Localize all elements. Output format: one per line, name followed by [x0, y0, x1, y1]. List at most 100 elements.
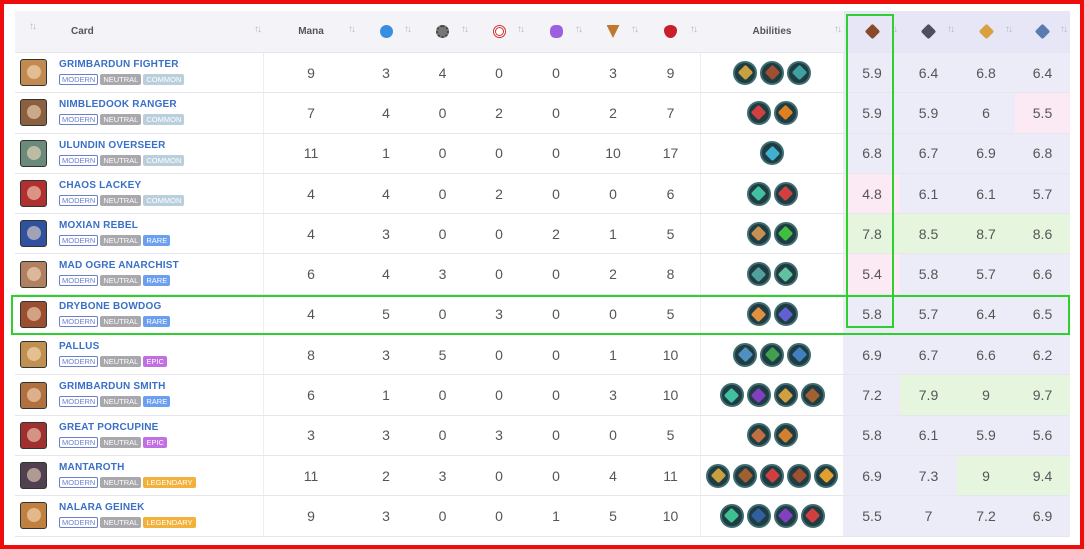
ability-icon[interactable]: [773, 383, 798, 408]
card-name-link[interactable]: NALARA GEINEK: [59, 502, 145, 514]
table-row[interactable]: PALLUS MODERN NEUTRAL EPIC 8 3 5 0 0 1 10 6.9 6.7 6.6…: [15, 335, 1070, 376]
ability-icon[interactable]: [773, 423, 798, 448]
ability-icon[interactable]: [746, 302, 771, 327]
ability-icon[interactable]: [814, 463, 838, 488]
card-thumbnail[interactable]: [19, 260, 47, 288]
header-silver[interactable]: ↑↓: [900, 11, 957, 52]
table-row[interactable]: GREAT PORCUPINE MODERN NEUTRAL EPIC 3 3 0 3 0 0 5 5…: [15, 415, 1070, 456]
ability-icon[interactable]: [746, 221, 771, 246]
header-mana[interactable]: Mana ↑↓: [264, 11, 358, 52]
ability-icon[interactable]: [746, 100, 771, 125]
table-row[interactable]: MANTAROTH MODERN NEUTRAL LEGENDARY 11 2 3 0 0 4 11…: [15, 455, 1070, 497]
card-name-link[interactable]: MAD OGRE ANARCHIST: [59, 260, 179, 272]
ability-icon[interactable]: [773, 100, 798, 125]
ability-icon[interactable]: [760, 60, 784, 85]
header-card[interactable]: Card ↑↓: [51, 11, 264, 52]
card-thumbnail[interactable]: [19, 220, 47, 248]
table-row[interactable]: DRYBONE BOWDOG MODERN NEUTRAL RARE 4 5 0 3 0 0 5 5.…: [15, 294, 1070, 336]
ability-icon[interactable]: [733, 463, 757, 488]
ability-icon[interactable]: [746, 503, 771, 528]
card-name-link[interactable]: NIMBLEDOOK RANGER: [59, 99, 177, 111]
header-abilities[interactable]: Abilities ↑↓: [700, 11, 844, 52]
table-row[interactable]: CHAOS LACKEY MODERN NEUTRAL COMMON 4 4 0 2 0 0 6 4.…: [15, 173, 1070, 215]
ability-icon[interactable]: [800, 503, 825, 528]
sort-arrows-icon[interactable]: ↑↓: [461, 24, 469, 35]
card-name-link[interactable]: MANTAROTH: [59, 462, 125, 474]
sort-arrows-icon[interactable]: ↑↓: [29, 21, 37, 32]
card-name-link[interactable]: ULUNDIN OVERSEER: [59, 140, 166, 152]
card-thumbnail[interactable]: [19, 180, 47, 208]
table-row[interactable]: MOXIAN REBEL MODERN NEUTRAL RARE 4 3 0 0 2 1 5 7.8 8…: [15, 214, 1070, 255]
card-thumbnail[interactable]: [19, 99, 47, 127]
magic-icon: [549, 25, 563, 38]
header-bronze[interactable]: ↑↓: [844, 11, 900, 52]
ability-icon[interactable]: [746, 181, 771, 206]
sort-arrows-icon[interactable]: ↑↓: [947, 24, 955, 35]
card-thumbnail[interactable]: [19, 421, 47, 449]
ability-icon[interactable]: [746, 262, 771, 287]
card-name-link[interactable]: GRIMBARDUN FIGHTER: [59, 59, 179, 71]
table-row[interactable]: GRIMBARDUN FIGHTER MODERN NEUTRAL COMMON 9 3 4…: [15, 53, 1070, 94]
header-health[interactable]: ↑↓: [641, 11, 700, 52]
card-thumbnail[interactable]: [19, 462, 47, 490]
sort-arrows-icon[interactable]: ↑↓: [517, 24, 525, 35]
header-armor[interactable]: ↑↓: [585, 11, 641, 52]
header-gold[interactable]: ↑↓: [957, 11, 1015, 52]
ability-icon[interactable]: [787, 463, 811, 488]
ability-icon[interactable]: [746, 383, 771, 408]
ability-icon[interactable]: [800, 383, 825, 408]
header-speed[interactable]: ↑↓: [358, 11, 414, 52]
header-diamond[interactable]: ↑↓: [1015, 11, 1070, 52]
card-name-link[interactable]: PALLUS: [59, 341, 99, 353]
sort-arrows-icon[interactable]: ↑↓: [348, 24, 356, 35]
table-row[interactable]: GRIMBARDUN SMITH MODERN NEUTRAL RARE 6 1 0 0 0 3 1…: [15, 375, 1070, 416]
ability-icon[interactable]: [773, 221, 798, 246]
header-ranged[interactable]: ↑↓: [471, 11, 527, 52]
ability-icon[interactable]: [773, 302, 798, 327]
sort-arrows-icon[interactable]: ↑↓: [1005, 24, 1013, 35]
header-sort-cell[interactable]: ↑↓: [15, 11, 51, 52]
sort-arrows-icon[interactable]: ↑↓: [834, 24, 842, 35]
table-row[interactable]: MAD OGRE ANARCHIST MODERN NEUTRAL RARE 6 4 3 0 0…: [15, 254, 1070, 295]
abilities-cell: [700, 455, 844, 496]
sort-arrows-icon[interactable]: ↑↓: [404, 24, 412, 35]
ability-icon[interactable]: [787, 342, 811, 367]
ability-icon[interactable]: [787, 60, 811, 85]
ability-icon[interactable]: [773, 262, 798, 287]
header-magic[interactable]: ↑↓: [527, 11, 585, 52]
gold-rating: 8.7: [957, 214, 1015, 254]
ability-icon[interactable]: [773, 503, 798, 528]
ability-icon[interactable]: [719, 503, 744, 528]
card-name-link[interactable]: GREAT PORCUPINE: [59, 422, 159, 434]
card-thumbnail[interactable]: [19, 59, 47, 87]
sort-arrows-icon[interactable]: ↑↓: [575, 24, 583, 35]
ability-icon[interactable]: [719, 383, 744, 408]
ability-icon[interactable]: [760, 463, 784, 488]
sort-arrows-icon[interactable]: ↑↓: [890, 24, 898, 35]
ability-icon[interactable]: [760, 342, 784, 367]
table-row[interactable]: ULUNDIN OVERSEER MODERN NEUTRAL COMMON 11 1 0 0…: [15, 133, 1070, 174]
sort-arrows-icon[interactable]: ↑↓: [631, 24, 639, 35]
ability-icon[interactable]: [773, 181, 798, 206]
card-name-link[interactable]: GRIMBARDUN SMITH: [59, 381, 166, 393]
table-row[interactable]: NIMBLEDOOK RANGER MODERN NEUTRAL COMMON 7 4 0 2…: [15, 93, 1070, 134]
card-name-link[interactable]: DRYBONE BOWDOG: [59, 301, 161, 313]
card-name-link[interactable]: CHAOS LACKEY: [59, 180, 141, 192]
card-thumbnail[interactable]: [19, 381, 47, 409]
rarity-badge: EPIC: [143, 436, 167, 448]
card-thumbnail[interactable]: [19, 341, 47, 369]
ability-icon[interactable]: [733, 342, 757, 367]
ability-icon[interactable]: [746, 423, 771, 448]
ability-icon[interactable]: [760, 141, 784, 166]
table-row[interactable]: NALARA GEINEK MODERN NEUTRAL LEGENDARY 9 3 0 0 1…: [15, 496, 1070, 537]
sort-arrows-icon[interactable]: ↑↓: [690, 24, 698, 35]
card-name-link[interactable]: MOXIAN REBEL: [59, 220, 138, 232]
header-melee[interactable]: ↑↓: [414, 11, 471, 52]
sort-arrows-icon[interactable]: ↑↓: [254, 24, 262, 35]
sort-arrows-icon[interactable]: ↑↓: [1060, 24, 1068, 35]
card-thumbnail[interactable]: [19, 139, 47, 167]
card-thumbnail[interactable]: [19, 300, 47, 328]
card-thumbnail[interactable]: [19, 502, 47, 530]
ability-icon[interactable]: [706, 463, 730, 488]
ability-icon[interactable]: [733, 60, 757, 85]
